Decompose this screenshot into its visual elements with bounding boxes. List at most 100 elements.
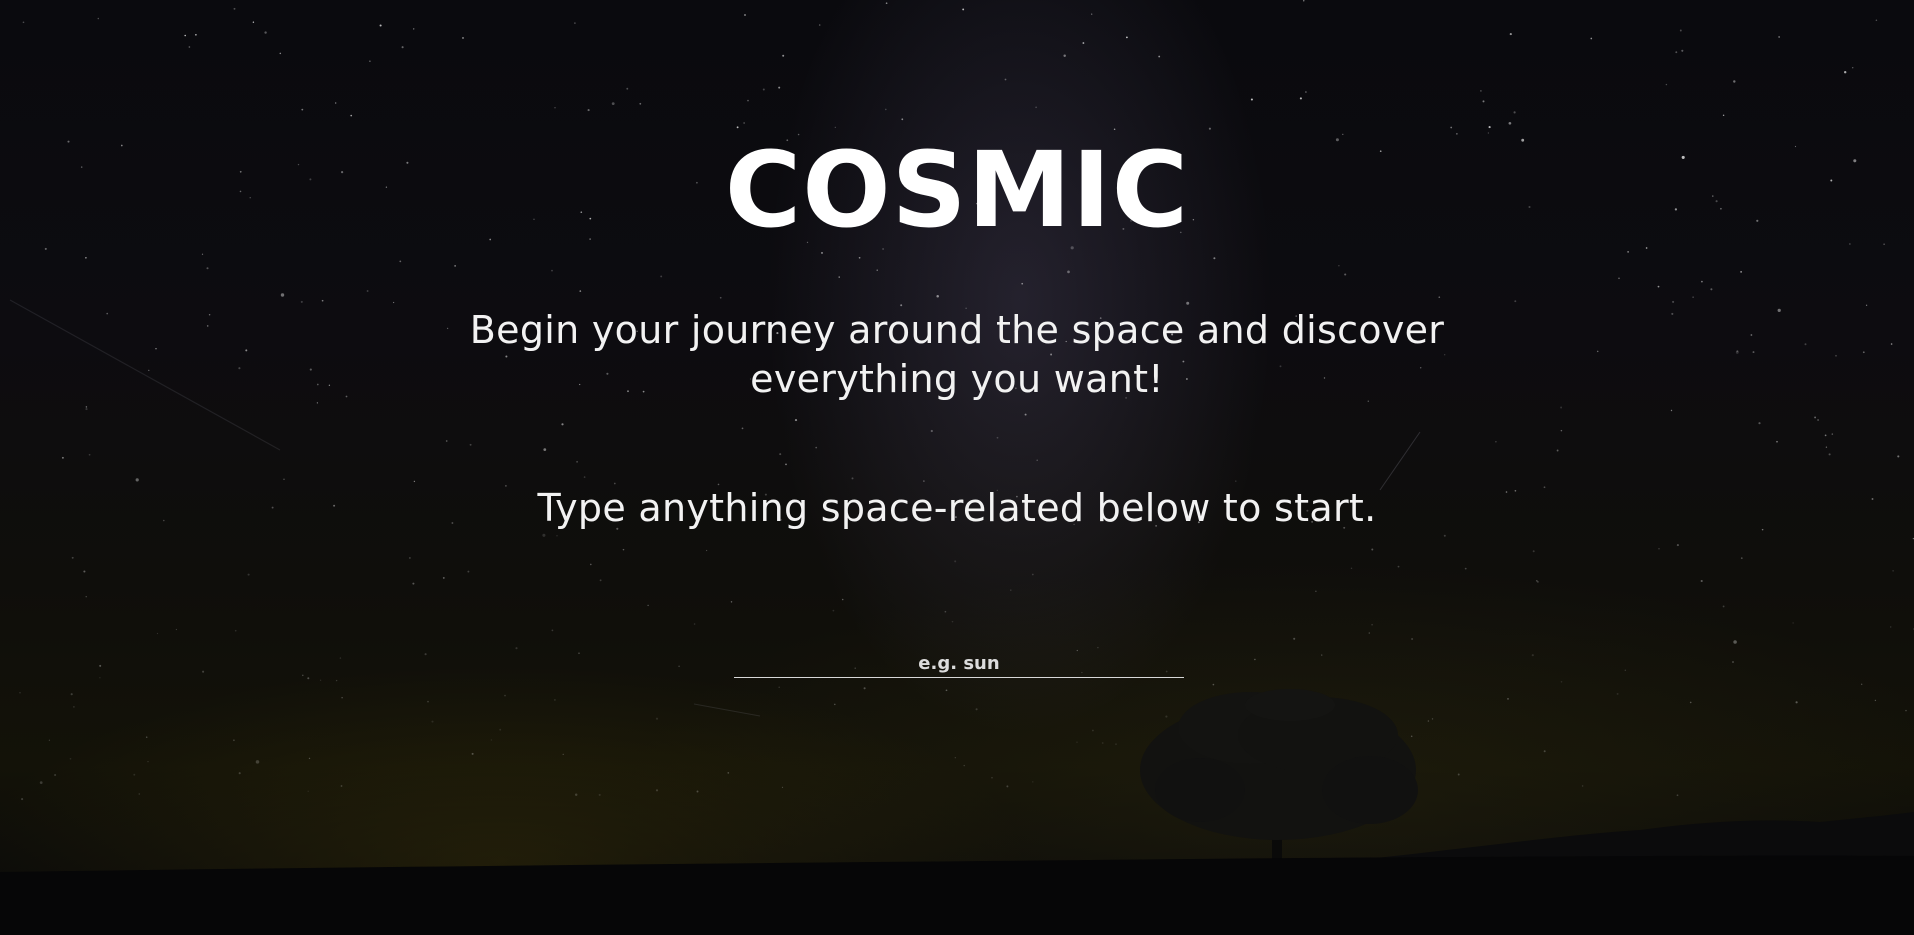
star — [1431, 718, 1434, 720]
star — [409, 557, 411, 559]
star — [379, 24, 382, 27]
star — [446, 327, 449, 330]
star — [233, 739, 235, 742]
star — [1722, 605, 1725, 608]
star — [1010, 589, 1012, 591]
star — [70, 693, 73, 696]
star — [1581, 785, 1584, 787]
star — [201, 253, 204, 255]
star — [316, 402, 319, 404]
star — [647, 604, 649, 607]
star — [1513, 111, 1516, 114]
star — [815, 446, 818, 449]
star — [1290, 787, 1293, 790]
star — [554, 699, 556, 701]
star — [445, 440, 448, 442]
star — [99, 664, 102, 667]
star — [1063, 54, 1066, 58]
star — [307, 677, 310, 680]
star — [1531, 654, 1534, 657]
star — [1224, 778, 1227, 780]
star — [821, 251, 823, 254]
star — [1323, 790, 1326, 793]
star — [762, 88, 765, 91]
star — [1165, 715, 1168, 718]
star — [1710, 288, 1713, 291]
star — [1101, 742, 1104, 744]
star — [598, 793, 601, 796]
star — [611, 102, 615, 105]
star — [424, 653, 427, 656]
star — [328, 384, 331, 386]
star — [155, 348, 157, 350]
star — [341, 697, 343, 699]
star — [1464, 567, 1467, 570]
star — [1310, 763, 1312, 765]
star — [39, 781, 43, 784]
star — [1514, 300, 1517, 303]
star — [1344, 273, 1347, 276]
star — [188, 46, 191, 48]
star — [1308, 750, 1310, 752]
star — [587, 109, 590, 112]
star — [782, 54, 785, 57]
star — [469, 443, 472, 446]
star — [206, 267, 209, 270]
star — [556, 535, 558, 537]
page-title: COSMIC — [724, 129, 1190, 251]
star — [1825, 446, 1828, 448]
star — [431, 720, 434, 723]
star — [412, 28, 415, 30]
star — [1831, 433, 1834, 435]
star — [622, 548, 625, 551]
landing-page: COSMIC Begin your journey around the spa… — [0, 0, 1914, 935]
star — [1740, 557, 1743, 559]
star — [1824, 434, 1827, 437]
star — [1186, 301, 1190, 305]
star — [1091, 13, 1093, 15]
star — [1618, 277, 1620, 280]
star — [578, 652, 580, 655]
star — [841, 598, 844, 601]
star — [996, 436, 999, 439]
star — [851, 477, 854, 480]
star — [1733, 640, 1737, 644]
star — [106, 312, 109, 315]
star — [1624, 669, 1626, 671]
star — [579, 290, 582, 292]
star — [85, 596, 87, 598]
star — [335, 679, 338, 682]
star — [1438, 296, 1441, 299]
star — [309, 368, 312, 371]
star — [1212, 683, 1215, 686]
star — [1315, 590, 1317, 592]
star — [195, 33, 197, 36]
star — [727, 772, 730, 774]
star — [206, 325, 209, 327]
star — [1035, 106, 1037, 109]
star — [88, 453, 91, 456]
star — [1350, 567, 1353, 570]
distant-hills — [1300, 812, 1914, 935]
star — [1032, 781, 1034, 783]
star — [954, 757, 956, 759]
star — [73, 706, 75, 708]
star — [1293, 637, 1296, 640]
star — [901, 118, 904, 121]
star — [779, 453, 782, 456]
star — [599, 579, 602, 582]
search-input[interactable] — [734, 652, 1184, 678]
star — [885, 2, 888, 5]
star — [1158, 55, 1161, 58]
star — [1004, 78, 1007, 81]
star — [350, 114, 353, 117]
star — [1031, 573, 1034, 576]
star — [85, 408, 88, 411]
star — [954, 560, 957, 563]
star — [1192, 725, 1195, 728]
star — [247, 573, 250, 576]
meteor-streak — [9, 299, 281, 451]
star — [85, 256, 87, 259]
star — [345, 395, 348, 398]
star — [307, 790, 309, 792]
